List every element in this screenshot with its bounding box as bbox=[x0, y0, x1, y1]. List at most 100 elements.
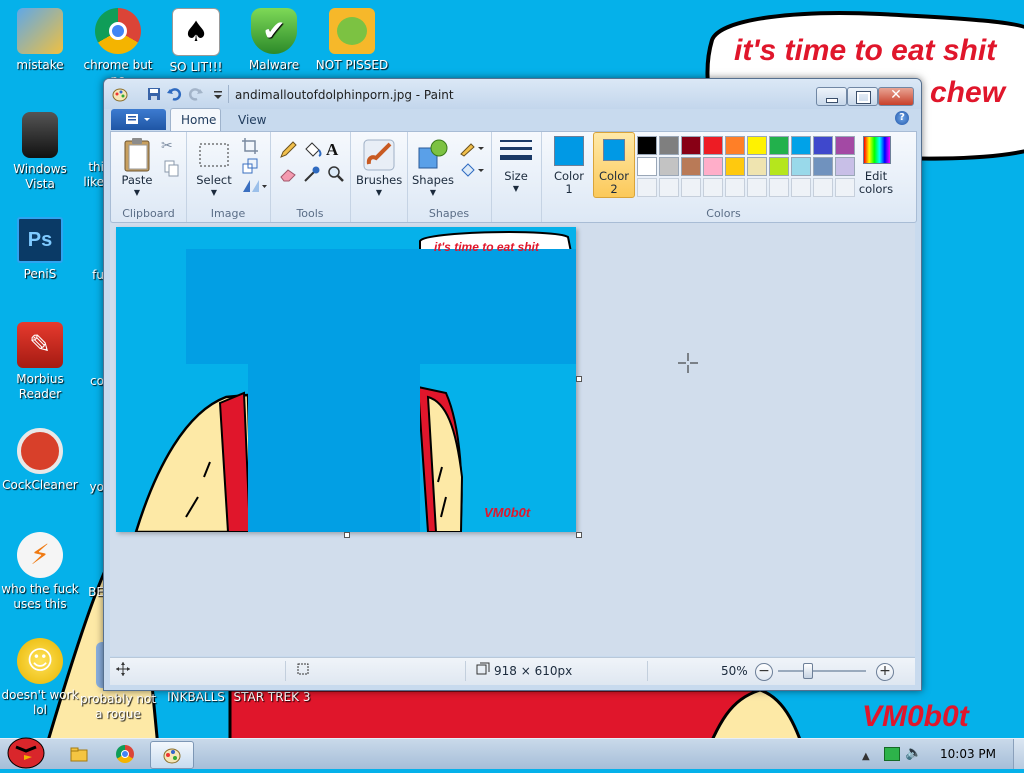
palette-swatch[interactable] bbox=[659, 136, 679, 155]
palette-swatch[interactable] bbox=[637, 157, 657, 176]
network-icon[interactable] bbox=[884, 747, 900, 761]
palette-swatch[interactable] bbox=[791, 136, 811, 155]
resize-handle-bottom[interactable] bbox=[344, 532, 350, 538]
taskbar-explorer-button[interactable] bbox=[58, 741, 100, 767]
resize-handle-right[interactable] bbox=[576, 376, 582, 382]
palette-swatch[interactable] bbox=[769, 157, 789, 176]
save-icon[interactable] bbox=[146, 86, 162, 102]
desktop-icon-partial-5[interactable]: BE bbox=[84, 585, 104, 600]
rotate-icon[interactable] bbox=[240, 176, 268, 196]
desktop-icon-who-uses-this[interactable]: ⚡ who the fuck uses this bbox=[0, 532, 80, 612]
desktop-icon-partial-3[interactable]: co bbox=[84, 374, 104, 389]
restore-button[interactable] bbox=[847, 87, 878, 106]
paint-menu-button[interactable] bbox=[111, 109, 166, 130]
palette-swatch[interactable] bbox=[637, 136, 657, 155]
redo-icon[interactable] bbox=[188, 86, 204, 102]
tab-view[interactable]: View bbox=[238, 113, 266, 127]
palette-swatch[interactable] bbox=[681, 157, 701, 176]
outline-icon[interactable] bbox=[459, 138, 485, 158]
fill-icon[interactable] bbox=[459, 160, 485, 180]
edit-colors-button[interactable]: Edit colors bbox=[853, 134, 899, 198]
title-bar[interactable]: andimalloutofdolphinporn.jpg - Paint ✕ bbox=[104, 79, 921, 109]
zoom-slider[interactable] bbox=[778, 663, 866, 679]
palette-swatch[interactable] bbox=[725, 136, 745, 155]
desktop-icon-chrome[interactable]: chrome but no bbox=[78, 8, 158, 88]
start-button[interactable] bbox=[2, 729, 46, 769]
color1-button[interactable]: Color 1 bbox=[549, 134, 589, 198]
taskbar-chrome-button[interactable] bbox=[104, 741, 146, 767]
zoom-out-button[interactable]: − bbox=[755, 663, 773, 681]
desktop-icon-partial-1[interactable]: thi like bbox=[78, 160, 104, 190]
clock[interactable]: 10:03 PM bbox=[940, 747, 996, 761]
undo-icon[interactable] bbox=[166, 86, 182, 102]
pencil-icon[interactable] bbox=[278, 140, 298, 160]
custom-color-slot[interactable] bbox=[703, 178, 723, 197]
palette-swatch[interactable] bbox=[835, 136, 855, 155]
palette-swatch[interactable] bbox=[659, 157, 679, 176]
tab-home[interactable]: Home bbox=[170, 108, 221, 132]
cut-icon[interactable]: ✂ bbox=[161, 138, 181, 158]
palette-swatch[interactable] bbox=[791, 157, 811, 176]
copy-icon[interactable] bbox=[161, 158, 181, 178]
desktop-icon-doesnt-work[interactable]: ☺ doesn't work lol bbox=[0, 638, 80, 718]
desktop-icon-partial-2[interactable]: fu bbox=[84, 268, 104, 283]
text-tool-icon[interactable]: A bbox=[326, 140, 346, 160]
image-canvas[interactable]: it's time to eat shit VM0b0t bbox=[116, 227, 576, 532]
resize-icon[interactable] bbox=[240, 156, 260, 176]
desktop-icon-star-trek[interactable]: STAR TREK 3 bbox=[232, 690, 312, 705]
palette-swatch[interactable] bbox=[769, 136, 789, 155]
desktop-icon-mistake[interactable]: mistake bbox=[0, 8, 80, 73]
custom-color-slot[interactable] bbox=[835, 178, 855, 197]
zoom-in-button[interactable]: + bbox=[876, 663, 894, 681]
desktop-icon-solitaire[interactable]: ♠ SO LIT!!! bbox=[156, 8, 236, 75]
minimize-button[interactable] bbox=[816, 87, 847, 106]
desktop-icon-inkballs[interactable]: INKBALLS bbox=[156, 690, 236, 705]
resize-handle-corner[interactable] bbox=[576, 532, 582, 538]
show-desktop-button[interactable] bbox=[1013, 739, 1024, 769]
select-button[interactable]: Select ▼ bbox=[194, 136, 234, 197]
fill-bucket-icon[interactable] bbox=[302, 140, 322, 160]
palette-swatch[interactable] bbox=[813, 157, 833, 176]
brushes-button[interactable]: Brushes ▼ bbox=[356, 136, 402, 197]
custom-color-slot[interactable] bbox=[637, 178, 657, 197]
color-picker-icon[interactable] bbox=[302, 164, 322, 184]
paint-app-icon[interactable] bbox=[112, 86, 128, 102]
custom-color-slot[interactable] bbox=[769, 178, 789, 197]
palette-swatch[interactable] bbox=[835, 157, 855, 176]
desktop-icon-cockcleaner[interactable]: CockCleaner bbox=[0, 428, 80, 493]
taskbar-paint-button[interactable] bbox=[150, 741, 194, 769]
desktop-icon-penis[interactable]: Ps PeniS bbox=[0, 217, 80, 282]
desktop-icon-not-pissed[interactable]: NOT PISSED bbox=[312, 8, 392, 73]
help-icon[interactable]: ? bbox=[895, 111, 909, 125]
custom-color-slot[interactable] bbox=[659, 178, 679, 197]
crop-icon[interactable] bbox=[240, 136, 260, 156]
custom-color-slot[interactable] bbox=[747, 178, 767, 197]
paste-button[interactable]: Paste ▼ bbox=[117, 136, 157, 197]
palette-swatch[interactable] bbox=[813, 136, 833, 155]
volume-icon[interactable]: 🔈 bbox=[905, 745, 922, 761]
magnifier-icon[interactable] bbox=[326, 164, 346, 184]
palette-swatch[interactable] bbox=[747, 136, 767, 155]
close-button[interactable]: ✕ bbox=[878, 87, 914, 106]
zoom-slider-thumb[interactable] bbox=[803, 663, 814, 679]
eraser-icon[interactable] bbox=[278, 164, 298, 184]
customize-toolbar-icon[interactable] bbox=[210, 86, 226, 102]
desktop-icon-partial-4[interactable]: yo bbox=[84, 480, 104, 495]
custom-color-slot[interactable] bbox=[813, 178, 833, 197]
size-button[interactable]: Size ▼ bbox=[496, 136, 536, 196]
desktop-icon-morbius-reader[interactable]: ✎ Morbius Reader bbox=[0, 322, 80, 402]
palette-swatch[interactable] bbox=[747, 157, 767, 176]
custom-color-slot[interactable] bbox=[681, 178, 701, 197]
shapes-button[interactable]: Shapes ▼ bbox=[411, 136, 455, 197]
custom-color-slot[interactable] bbox=[725, 178, 745, 197]
color2-button[interactable]: Color 2 bbox=[593, 132, 635, 198]
palette-swatch[interactable] bbox=[703, 136, 723, 155]
palette-swatch[interactable] bbox=[681, 136, 701, 155]
show-hidden-icons[interactable]: ▲ bbox=[862, 751, 870, 762]
palette-swatch[interactable] bbox=[703, 157, 723, 176]
canvas-workspace[interactable]: it's time to eat shit VM0b0t bbox=[110, 223, 915, 656]
desktop-icon-windows-vista[interactable]: Windows Vista bbox=[0, 112, 80, 192]
custom-color-slot[interactable] bbox=[791, 178, 811, 197]
palette-swatch[interactable] bbox=[725, 157, 745, 176]
desktop-icon-malware[interactable]: ✔ Malware bbox=[234, 8, 314, 73]
